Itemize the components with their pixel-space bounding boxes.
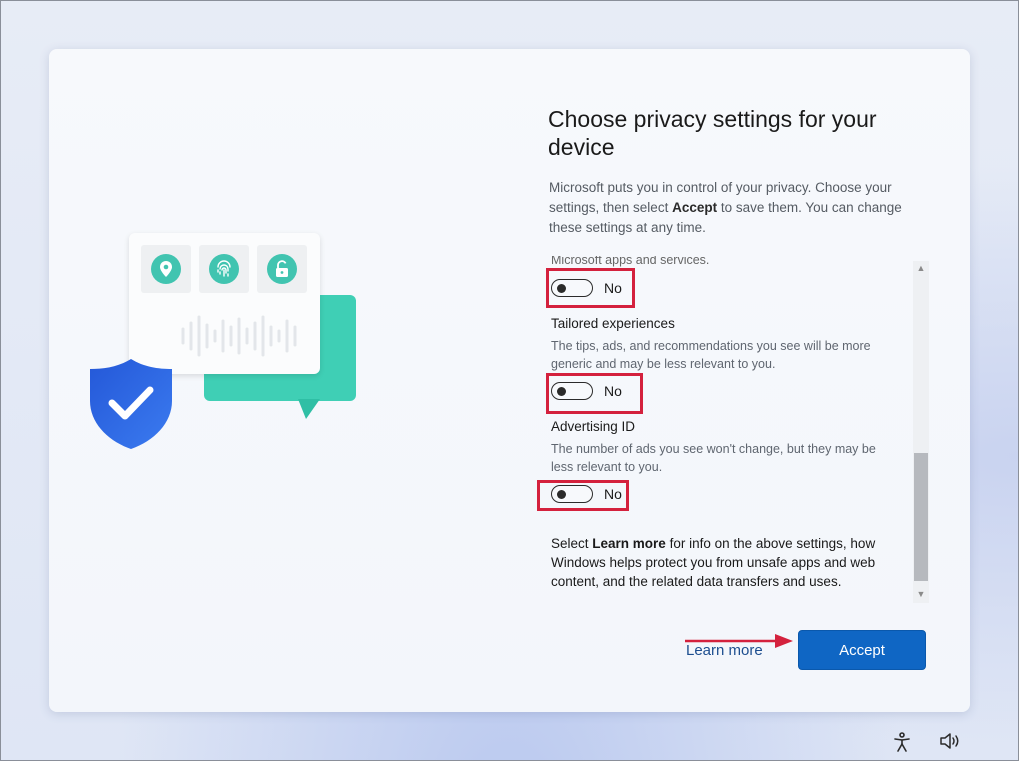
toggle-row-previous: No <box>551 278 622 298</box>
fingerprint-icon <box>209 254 239 284</box>
toggle-state-label: No <box>604 383 622 399</box>
toggle-state-label: No <box>604 280 622 296</box>
toggle-row-advertising: No <box>551 484 622 504</box>
toggle-state-label: No <box>604 486 622 502</box>
intro-text: Microsoft puts you in control of your pr… <box>549 180 902 235</box>
location-icon <box>151 254 181 284</box>
fingerprint-tile <box>199 245 249 293</box>
advertising-id-toggle[interactable] <box>551 485 593 503</box>
tailored-experiences-description: The tips, ads, and recommendations you s… <box>551 339 871 371</box>
accept-button[interactable]: Accept <box>798 630 926 670</box>
previous-setting-toggle[interactable] <box>551 279 593 297</box>
volume-icon[interactable] <box>939 731 961 751</box>
scroll-up-icon[interactable]: ▲ <box>913 261 929 275</box>
location-tile <box>141 245 191 293</box>
toggle-row-tailored: No <box>551 381 622 401</box>
clipped-setting-text: Microsoft apps and services. <box>551 256 710 267</box>
shield-check-icon <box>90 359 172 449</box>
voice-wave-icon <box>181 315 297 357</box>
advertising-id-description: The number of ads you see won't change, … <box>551 442 876 474</box>
accessibility-icon[interactable] <box>892 731 912 753</box>
unlock-icon <box>267 254 297 284</box>
settings-scroll-area[interactable]: Microsoft apps and services. No Tailored… <box>549 256 909 603</box>
unlock-tile <box>257 245 307 293</box>
advertising-id-title: Advertising ID <box>551 419 636 434</box>
tailored-experiences-toggle[interactable] <box>551 382 593 400</box>
scrollbar-thumb[interactable] <box>914 453 928 581</box>
learn-more-info-text: Select Learn more for info on the above … <box>551 536 876 589</box>
privacy-illustration <box>85 233 360 449</box>
tailored-experiences-title: Tailored experiences <box>551 316 675 331</box>
settings-scrollbar[interactable]: ▲ ▼ <box>913 261 929 603</box>
learn-more-link[interactable]: Learn more <box>686 642 763 659</box>
page-title: Choose privacy settings for your device <box>548 106 877 160</box>
scroll-down-icon[interactable]: ▼ <box>913 587 929 601</box>
